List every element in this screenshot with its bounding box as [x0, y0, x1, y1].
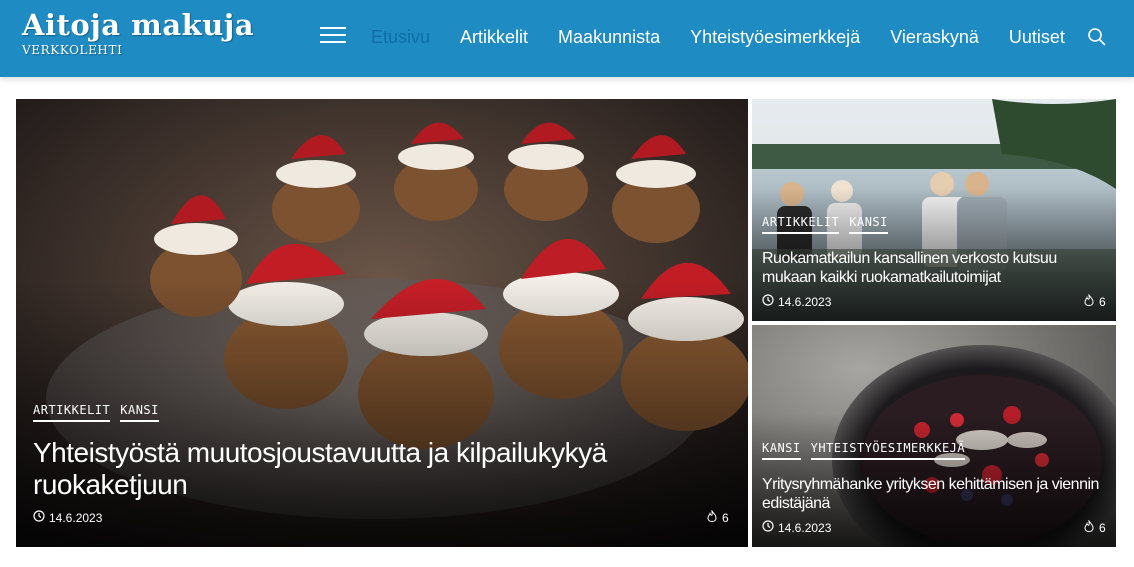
nav-item-maakunnista[interactable]: Maakunnista	[558, 27, 660, 48]
like-count: 6	[1099, 520, 1106, 535]
like-count: 6	[1099, 294, 1106, 309]
clock-icon	[762, 520, 774, 535]
article-date: 14.6.2023	[49, 510, 103, 525]
nav-item-uutiset[interactable]: Uutiset	[1009, 27, 1065, 48]
side-article-meta-bottom: 14.6.2023	[762, 520, 831, 535]
side-bottom-tags: KANSI YHTEISTYÖESIMERKKEJÄ	[762, 441, 966, 460]
side-article-likes-bottom: 6	[1083, 519, 1106, 535]
article-date: 14.6.2023	[778, 520, 832, 535]
fire-icon	[706, 509, 718, 525]
search-icon[interactable]	[1087, 27, 1107, 47]
side-article-card-bottom[interactable]: KANSI YHTEISTYÖESIMERKKEJÄ Yritysryhmäha…	[752, 325, 1116, 547]
nav-item-artikkelit[interactable]: Artikkelit	[460, 27, 528, 48]
featured-article-title[interactable]: Yhteistyöstä muutosjoustavuutta ja kilpa…	[33, 437, 653, 501]
featured-article-likes: 6	[706, 509, 729, 525]
nav-item-etusivu[interactable]: Etusivu	[371, 27, 430, 48]
featured-article-card[interactable]: ARTIKKELIT KANSI Yhteistyöstä muutosjous…	[16, 99, 748, 547]
side-top-tags: ARTIKKELIT KANSI	[762, 215, 888, 234]
site-title[interactable]: Aitoja makuja	[22, 8, 254, 42]
tag-link[interactable]: YHTEISTYÖESIMERKKEJÄ	[810, 441, 966, 460]
nav-item-yhteistyoesimerkkeja[interactable]: Yhteistyöesimerkkejä	[690, 27, 860, 48]
tag-link[interactable]: ARTIKKELIT	[33, 403, 111, 422]
hamburger-menu-icon[interactable]	[320, 27, 346, 47]
site-header: Aitoja makuja VERKKOLEHTI Etusivu Artikk…	[0, 0, 1134, 77]
featured-tags: ARTIKKELIT KANSI	[33, 403, 159, 422]
tag-link[interactable]: KANSI	[849, 215, 888, 234]
side-article-meta-top: 14.6.2023	[762, 294, 831, 309]
side-article-likes-top: 6	[1083, 293, 1106, 309]
nav-item-vieraskyna[interactable]: Vieraskynä	[890, 27, 979, 48]
tag-link[interactable]: KANSI	[120, 403, 159, 422]
article-date: 14.6.2023	[778, 294, 832, 309]
site-subtitle: VERKKOLEHTI	[22, 43, 123, 57]
featured-article-meta: 14.6.2023	[33, 510, 102, 525]
fire-icon	[1083, 519, 1095, 535]
site-logo[interactable]: Aitoja makuja VERKKOLEHTI	[22, 8, 254, 57]
clock-icon	[33, 510, 45, 525]
side-article-title-top[interactable]: Ruokamatkailun kansallinen verkosto kuts…	[762, 249, 1102, 287]
side-article-card-top[interactable]: ARTIKKELIT KANSI Ruokamatkailun kansalli…	[752, 99, 1116, 321]
fire-icon	[1083, 293, 1095, 309]
clock-icon	[762, 294, 774, 309]
like-count: 6	[722, 510, 729, 525]
side-article-title-bottom[interactable]: Yritysryhmähanke yrityksen kehittämisen …	[762, 475, 1102, 513]
tag-link[interactable]: KANSI	[762, 441, 801, 460]
main-navigation: Etusivu Artikkelit Maakunnista Yhteistyö…	[371, 27, 1095, 48]
tag-link[interactable]: ARTIKKELIT	[762, 215, 840, 234]
